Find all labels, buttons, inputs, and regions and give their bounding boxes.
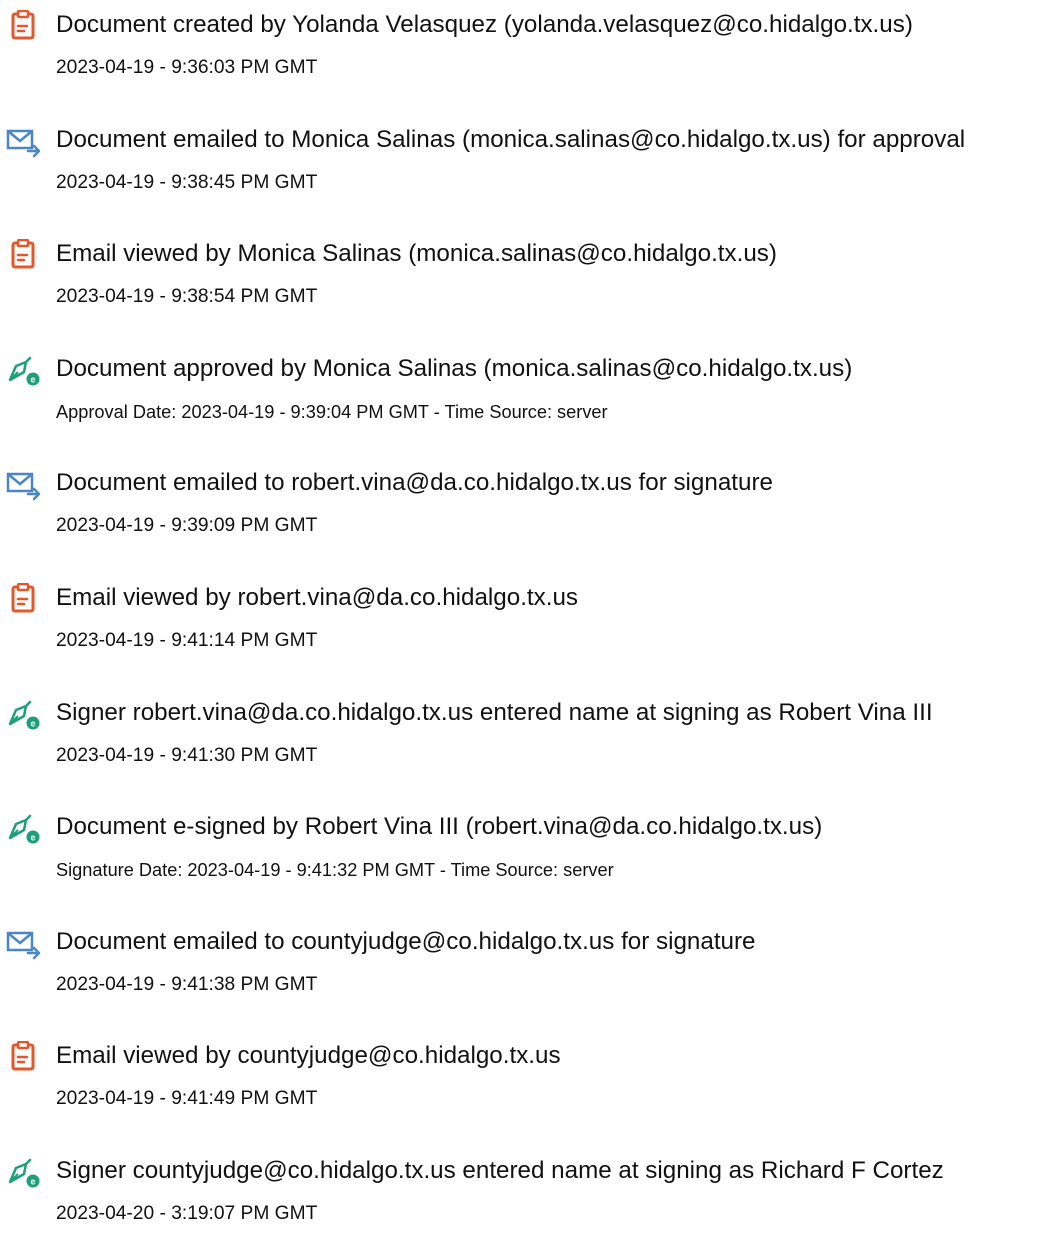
- event-title: Signer robert.vina@da.co.hidalgo.tx.us e…: [56, 699, 933, 726]
- email-viewed-icon: [6, 239, 42, 273]
- event-title: Document emailed to countyjudge@co.hidal…: [56, 928, 756, 955]
- email-viewed-icon: [6, 583, 42, 617]
- email-sent-icon: [6, 468, 42, 502]
- audit-event: Document created by Yolanda Velasquez (y…: [0, 0, 1059, 100]
- svg-text:e: e: [30, 719, 35, 729]
- event-title: Document e-signed by Robert Vina III (ro…: [56, 813, 823, 840]
- svg-text:e: e: [30, 833, 35, 843]
- email-sent-icon: [6, 927, 42, 961]
- audit-event: e Document e-signed by Robert Vina III (…: [0, 802, 1059, 902]
- pen-signed-icon: e: [6, 1156, 42, 1190]
- pen-signed-icon: e: [6, 812, 42, 846]
- event-timestamp: 2023-04-20 - 3:19:07 PM GMT: [56, 1203, 318, 1224]
- audit-event: e Signer countyjudge@co.hidalgo.tx.us en…: [0, 1146, 1059, 1246]
- audit-event: Document emailed to countyjudge@co.hidal…: [0, 917, 1059, 1017]
- event-timestamp: 2023-04-19 - 9:39:09 PM GMT: [56, 515, 318, 536]
- document-created-icon: [6, 10, 42, 44]
- event-title: Email viewed by Monica Salinas (monica.s…: [56, 240, 777, 267]
- event-title: Document approved by Monica Salinas (mon…: [56, 355, 853, 382]
- event-timestamp: 2023-04-19 - 9:38:45 PM GMT: [56, 172, 318, 193]
- email-sent-icon: [6, 125, 42, 159]
- event-timestamp: Signature Date: 2023-04-19 - 9:41:32 PM …: [56, 860, 614, 880]
- audit-event: e Signer robert.vina@da.co.hidalgo.tx.us…: [0, 688, 1059, 788]
- event-timestamp: 2023-04-19 - 9:38:54 PM GMT: [56, 286, 318, 307]
- event-title: Email viewed by countyjudge@co.hidalgo.t…: [56, 1042, 561, 1069]
- event-timestamp: 2023-04-19 - 9:41:14 PM GMT: [56, 630, 318, 651]
- event-title: Document emailed to robert.vina@da.co.hi…: [56, 469, 773, 496]
- event-timestamp: 2023-04-19 - 9:41:30 PM GMT: [56, 745, 318, 766]
- audit-event: Document emailed to robert.vina@da.co.hi…: [0, 458, 1059, 558]
- audit-event: Email viewed by robert.vina@da.co.hidalg…: [0, 573, 1059, 673]
- event-timestamp: 2023-04-19 - 9:41:49 PM GMT: [56, 1088, 318, 1109]
- email-viewed-icon: [6, 1041, 42, 1075]
- event-title: Signer countyjudge@co.hidalgo.tx.us ente…: [56, 1157, 944, 1184]
- event-title: Document created by Yolanda Velasquez (y…: [56, 11, 913, 38]
- audit-event: Document emailed to Monica Salinas (moni…: [0, 115, 1059, 215]
- svg-text:e: e: [30, 375, 35, 385]
- event-timestamp: 2023-04-19 - 9:36:03 PM GMT: [56, 57, 318, 78]
- event-timestamp: Approval Date: 2023-04-19 - 9:39:04 PM G…: [56, 402, 608, 422]
- svg-text:e: e: [30, 1177, 35, 1187]
- audit-event: e Document approved by Monica Salinas (m…: [0, 344, 1059, 444]
- event-timestamp: 2023-04-19 - 9:41:38 PM GMT: [56, 974, 318, 995]
- event-title: Email viewed by robert.vina@da.co.hidalg…: [56, 584, 579, 611]
- audit-event: Email viewed by Monica Salinas (monica.s…: [0, 229, 1059, 329]
- event-title: Document emailed to Monica Salinas (moni…: [56, 126, 966, 153]
- audit-event: Email viewed by countyjudge@co.hidalgo.t…: [0, 1031, 1059, 1131]
- pen-signed-icon: e: [6, 354, 42, 388]
- pen-signed-icon: e: [6, 698, 42, 732]
